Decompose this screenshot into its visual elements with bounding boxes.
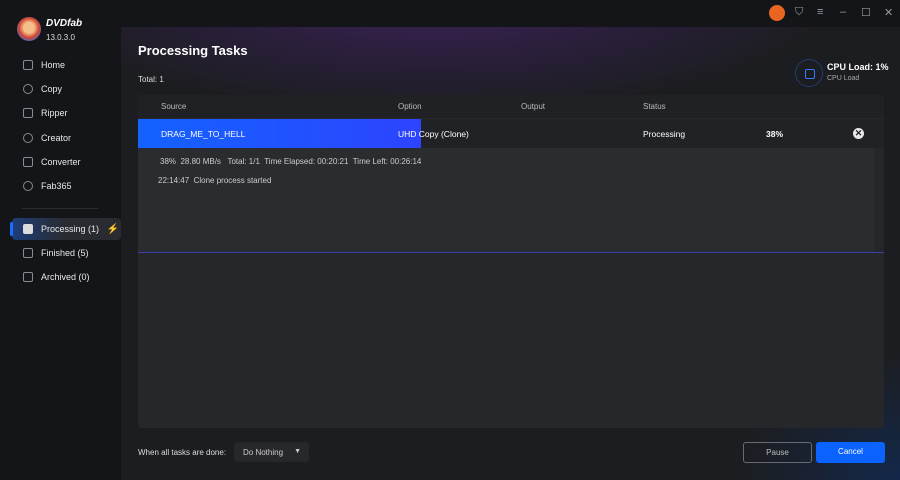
- sidebar-item-home[interactable]: Home: [0, 54, 121, 76]
- sidebar-item-processing[interactable]: Processing (1) ⚡: [10, 218, 121, 240]
- task-table: Source Option Output Status DRAG_ME_TO_H…: [138, 95, 884, 428]
- task-source: DRAG_ME_TO_HELL: [161, 129, 246, 139]
- sidebar-item-converter[interactable]: Converter: [0, 151, 121, 173]
- finished-icon: [23, 248, 33, 258]
- sidebar: DVDfab 13.0.3.0 Home Copy Ripper Creator…: [0, 0, 121, 480]
- cancel-button[interactable]: Cancel: [816, 442, 885, 463]
- label: Home: [41, 60, 66, 70]
- title-bar: ⛉ ≡ – ☐ ✕: [121, 0, 900, 27]
- label: Converter: [41, 157, 81, 167]
- menu-icon[interactable]: ≡: [817, 6, 823, 18]
- converter-icon: [23, 157, 33, 167]
- sidebar-item-ripper[interactable]: Ripper: [0, 102, 121, 124]
- maximize-icon[interactable]: ☐: [861, 6, 871, 19]
- fab365-icon: [23, 181, 33, 191]
- sidebar-item-fab365[interactable]: Fab365: [0, 175, 121, 197]
- task-log: 22:14:47 Clone process started: [158, 176, 272, 185]
- task-percent: 38%: [766, 129, 784, 139]
- label: Ripper: [41, 108, 68, 118]
- version: 13.0.3.0: [46, 33, 75, 42]
- header-option: Option: [398, 102, 422, 111]
- when-done-select[interactable]: Do Nothing ▼: [234, 442, 309, 462]
- copy-icon: [23, 84, 33, 94]
- label: Fab365: [41, 181, 72, 191]
- archived-icon: [23, 272, 33, 282]
- ripper-icon: [23, 108, 33, 118]
- sidebar-item-copy[interactable]: Copy: [0, 78, 121, 100]
- divider: [22, 208, 98, 209]
- task-status: Processing: [643, 129, 686, 139]
- promo-icon[interactable]: [769, 5, 785, 21]
- brand-name: DVDfab: [46, 18, 83, 29]
- label: Archived (0): [41, 272, 90, 282]
- when-done-label: When all tasks are done:: [138, 448, 227, 457]
- cpu-icon: [795, 59, 823, 87]
- task-detail-panel: 38% 28.80 MB/s Total: 1/1 Time Elapsed: …: [138, 148, 874, 252]
- close-window-icon[interactable]: ✕: [884, 6, 893, 19]
- home-icon: [23, 60, 33, 70]
- sidebar-item-archived[interactable]: Archived (0): [0, 266, 121, 288]
- table-row[interactable]: DRAG_ME_TO_HELL UHD Copy (Clone) Process…: [138, 119, 884, 148]
- dropdown-arrow-icon: ▼: [294, 448, 301, 455]
- skin-icon[interactable]: ⛉: [795, 6, 803, 19]
- label: Creator: [41, 133, 72, 143]
- cpu-load-label: CPU Load: [827, 75, 860, 82]
- dvdfab-logo: [17, 17, 41, 41]
- cpu-load-value: CPU Load: 1%: [827, 62, 889, 72]
- label: Copy: [41, 84, 63, 94]
- remove-task-icon[interactable]: ✕: [853, 128, 864, 139]
- sidebar-item-creator[interactable]: Creator: [0, 127, 121, 149]
- creator-icon: [23, 133, 33, 143]
- select-value: Do Nothing: [243, 448, 284, 457]
- bolt-icon: ⚡: [106, 223, 119, 235]
- label: Finished (5): [41, 248, 89, 258]
- processing-icon: [23, 224, 33, 234]
- header-status: Status: [643, 102, 666, 111]
- header-source: Source: [161, 102, 187, 111]
- row-separator: [138, 252, 884, 253]
- sidebar-item-finished[interactable]: Finished (5): [0, 242, 121, 264]
- header-output: Output: [521, 102, 546, 111]
- page-title: Processing Tasks: [138, 43, 248, 58]
- task-option: UHD Copy (Clone): [398, 129, 469, 139]
- table-header: Source Option Output Status: [138, 95, 884, 118]
- task-stats: 38% 28.80 MB/s Total: 1/1 Time Elapsed: …: [160, 157, 422, 166]
- minimize-icon[interactable]: –: [840, 6, 846, 18]
- pause-button[interactable]: Pause: [743, 442, 812, 463]
- label: Processing (1): [41, 224, 100, 234]
- total-count: Total: 1: [138, 75, 164, 84]
